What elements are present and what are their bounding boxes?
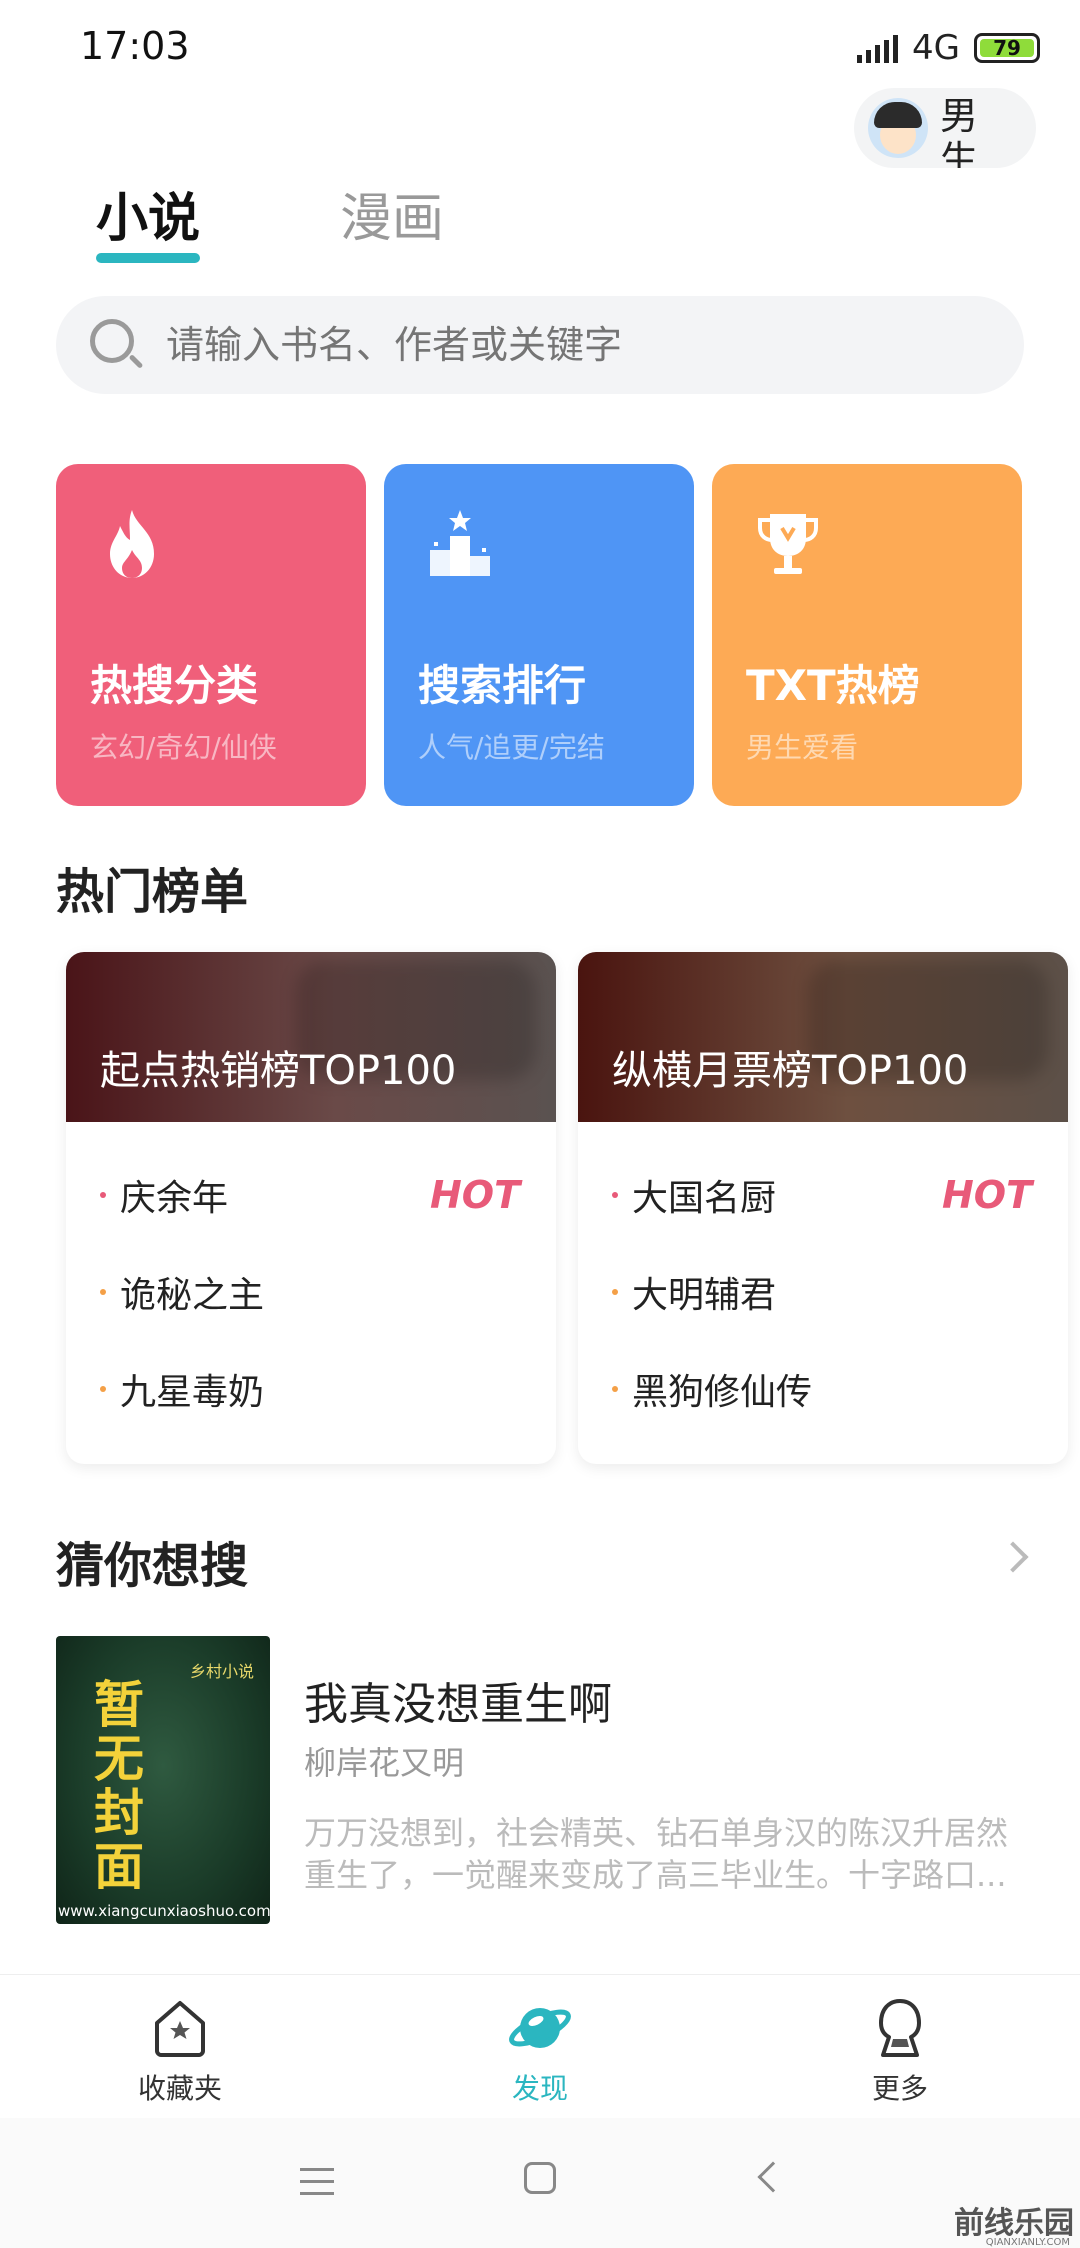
status-time: 17:03 [80,24,190,68]
card-subtitle: 男生爱看 [746,731,859,764]
list-item[interactable]: 诡秘之主 [100,1243,556,1340]
back-icon[interactable] [757,2161,789,2193]
board-header: 起点热销榜TOP100 [66,952,556,1122]
book-description: 万万没想到，社会精英、钻石单身汉的陈汉升居然重生了，一觉醒来变成了高三毕业生。十… [304,1814,1009,1894]
card-subtitle: 人气/追更/完结 [418,731,605,764]
trophy-icon [758,514,818,574]
book-author: 柳岸花又明 [304,1744,465,1782]
menu-icon[interactable] [300,2168,334,2204]
book-name: 大国名厨 [632,1177,777,1219]
book-name: 大明辅君 [632,1274,777,1316]
hot-badge: HOT [941,1172,1032,1217]
bottom-tab-bar: 收藏夹 发现 更多 [0,1974,1080,2118]
watermark-sub: QIANXIANLY.COM [985,2237,1070,2248]
tab-novel-label: 小说 [96,189,201,249]
tab-favorites[interactable]: 收藏夹 [0,1975,360,2118]
book-name: 九星毒奶 [120,1371,265,1413]
card-hot-search-category[interactable]: 热搜分类 玄幻/奇幻/仙侠 [56,464,366,806]
board-list: 庆余年 HOT 诡秘之主 九星毒奶 [66,1122,556,1437]
cover-placeholder-text: 暂无封面 [94,1676,144,1896]
card-search-ranking[interactable]: 搜索排行 人气/追更/完结 [384,464,694,806]
book-name: 庆余年 [120,1177,229,1219]
favorites-house-icon [155,2001,205,2057]
board-list: 大国名厨 HOT 大明辅君 黑狗修仙传 [578,1122,1068,1437]
book-title[interactable]: 我真没想重生啊 [304,1668,612,1732]
gender-label: 男生 [940,94,979,168]
hot-rankings-title: 热门榜单 [56,864,249,920]
card-title: 热搜分类 [90,661,259,710]
card-subtitle: 玄幻/奇幻/仙侠 [90,731,277,764]
ranking-board-qidian[interactable]: 起点热销榜TOP100 庆余年 HOT 诡秘之主 九星毒奶 [66,952,556,1464]
book-cover[interactable]: 乡村小说 暂无封面 www.xiangcunxiaoshuo.com [56,1636,270,1924]
chevron-right-icon[interactable] [997,1541,1029,1573]
gender-switch-button[interactable]: 男生 [854,88,1036,168]
category-cards: 热搜分类 玄幻/奇幻/仙侠 搜索排行 人气/追更/完结 TXT热榜 男生爱看 [56,464,1022,806]
watermark-text: 前线乐园 [954,2206,1074,2241]
tab-label: 发现 [511,2072,568,2105]
card-title: 搜索排行 [418,661,587,710]
list-item[interactable]: 九星毒奶 [100,1340,556,1437]
podium-icon [430,510,490,576]
card-title: TXT热榜 [746,661,920,710]
tab-comic-label: 漫画 [340,189,445,249]
planet-icon [509,2008,571,2048]
battery-level: 79 [980,36,1034,60]
tab-label: 更多 [871,2072,928,2105]
board-title: 起点热销榜TOP100 [100,1048,457,1094]
network-type: 4G [912,28,960,68]
tab-more[interactable]: 更多 [720,1975,1080,2118]
search-input[interactable] [166,323,986,367]
tab-comic[interactable]: 漫画 [340,176,444,269]
board-header: 纵横月票榜TOP100 [578,952,1068,1122]
search-icon [88,317,144,373]
status-indicators: 4G 79 [857,28,1040,68]
system-nav-bar: 前线乐园 QIANXIANLY.COM [0,2118,1080,2248]
book-name: 黑狗修仙传 [632,1371,813,1413]
tab-discover[interactable]: 发现 [360,1975,720,2118]
cover-tag: 乡村小说 [189,1662,254,1681]
board-title: 纵横月票榜TOP100 [612,1048,969,1094]
home-icon[interactable] [524,2162,556,2194]
content-tabs: 小说 漫画 [96,176,444,269]
signal-icon [857,33,899,63]
hot-badge: HOT [429,1172,520,1217]
list-item[interactable]: 庆余年 HOT [100,1146,556,1243]
flame-icon [110,510,154,578]
avatar [868,98,928,158]
list-item[interactable]: 大国名厨 HOT [612,1146,1068,1243]
search-bar[interactable] [56,296,1024,394]
card-txt-hot-list[interactable]: TXT热榜 男生爱看 [712,464,1022,806]
battery-icon: 79 [974,33,1040,63]
tab-label: 收藏夹 [137,2072,222,2105]
status-bar: 17:03 4G 79 [0,0,1080,96]
more-person-icon [879,1999,921,2057]
tab-underline [96,253,201,263]
book-name: 诡秘之主 [120,1274,265,1316]
guess-search-title: 猜你想搜 [56,1538,249,1594]
ranking-board-zongheng[interactable]: 纵横月票榜TOP100 大国名厨 HOT 大明辅君 黑狗修仙传 [578,952,1068,1464]
list-item[interactable]: 大明辅君 [612,1243,1068,1340]
tab-novel[interactable]: 小说 [96,176,201,269]
cover-url: www.xiangcunxiaoshuo.com [58,1902,270,1920]
list-item[interactable]: 黑狗修仙传 [612,1340,1068,1437]
